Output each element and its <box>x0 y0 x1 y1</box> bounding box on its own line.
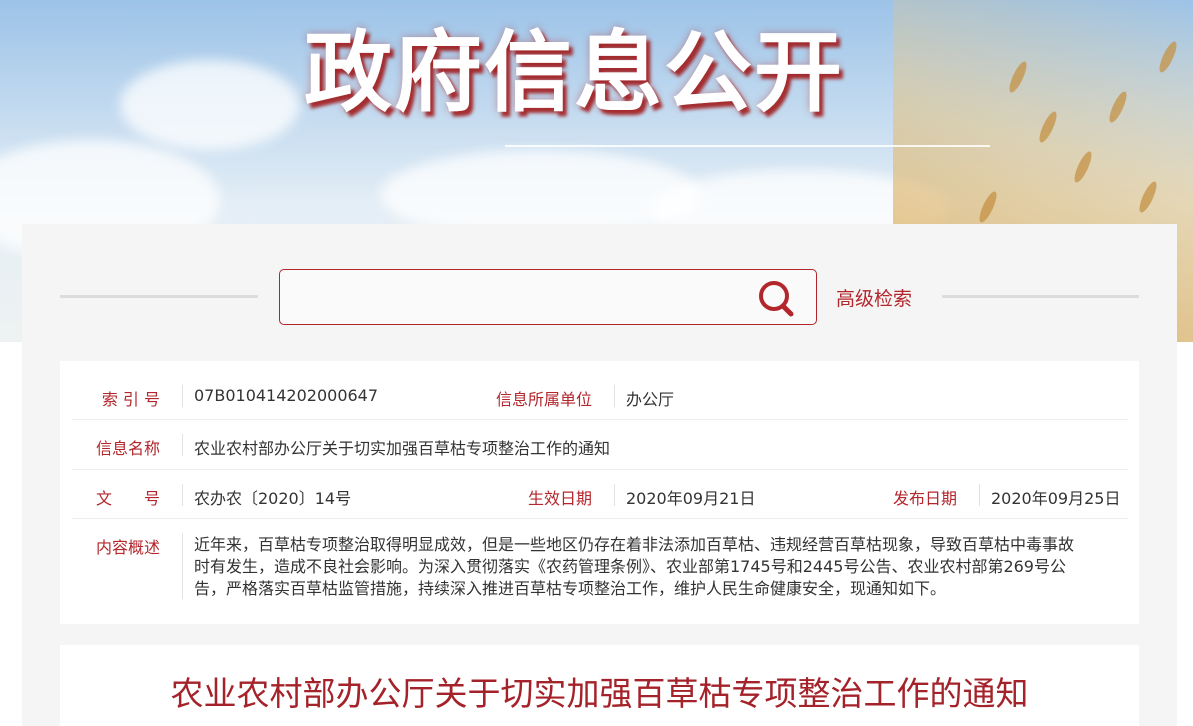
info-table: 索 引 号 07B010414202000647 信息所属单位 办公厅 信息名称… <box>60 361 1139 624</box>
effective-date-value: 2020年09月21日 <box>626 489 756 508</box>
search-box <box>279 269 817 325</box>
article-title: 农业农村部办公厅关于切实加强百草枯专项整治工作的通知 <box>170 674 1029 713</box>
name-label: 信息名称 <box>95 439 160 458</box>
column-divider <box>182 434 183 456</box>
summary-text: 近年来，百草枯专项整治取得明显成效，但是一些地区仍存在着非法添加百草枯、违规经营… <box>194 534 1134 600</box>
column-divider <box>182 385 183 407</box>
table-row: 信息名称 农业农村部办公厅关于切实加强百草枯专项整治工作的通知 <box>72 420 1128 470</box>
doc-number-value: 农办农〔2020〕14号 <box>194 489 352 508</box>
table-row: 文 号 农办农〔2020〕14号 生效日期 2020年09月21日 发布日期 2… <box>72 470 1128 519</box>
search-divider-right <box>942 295 1139 298</box>
cloud-decoration <box>120 60 300 150</box>
table-row: 索 引 号 07B010414202000647 信息所属单位 办公厅 <box>72 373 1128 420</box>
doc-number-label: 文 号 <box>95 489 160 508</box>
column-divider <box>182 484 183 506</box>
article-card: 农业农村部办公厅关于切实加强百草枯专项整治工作的通知 <box>60 645 1139 726</box>
advanced-search-link[interactable]: 高级检索 <box>836 284 912 311</box>
column-divider <box>182 533 183 599</box>
summary-line: 时有发生，造成不良社会影响。为深入贯彻落实《农药管理条例》、农业部第1745号和… <box>194 557 1066 576</box>
column-divider <box>979 484 980 506</box>
banner-title: 政府信息公开 <box>304 21 845 124</box>
search-divider-left <box>60 295 258 298</box>
search-input[interactable] <box>292 278 742 316</box>
summary-line: 近年来，百草枯专项整治取得明显成效，但是一些地区仍存在着非法添加百草枯、违规经营… <box>194 535 1075 554</box>
publish-date-label: 发布日期 <box>892 489 957 508</box>
column-divider <box>614 484 615 506</box>
unit-value: 办公厅 <box>626 390 675 409</box>
effective-date-label: 生效日期 <box>527 489 592 508</box>
publish-date-value: 2020年09月25日 <box>991 489 1121 508</box>
search-icon[interactable] <box>756 278 798 320</box>
index-label: 索 引 号 <box>101 390 160 409</box>
unit-label: 信息所属单位 <box>495 390 592 409</box>
table-row: 内容概述 近年来，百草枯专项整治取得明显成效，但是一些地区仍存在着非法添加百草枯… <box>72 519 1128 611</box>
name-value: 农业农村部办公厅关于切实加强百草枯专项整治工作的通知 <box>194 439 611 458</box>
banner-divider <box>505 145 990 147</box>
index-value: 07B010414202000647 <box>194 386 379 405</box>
column-divider <box>614 385 615 407</box>
summary-line: 告，严格落实百草枯监管措施，持续深入推进百草枯专项整治工作，维护人民生命健康安全… <box>194 579 947 598</box>
summary-label: 内容概述 <box>95 538 160 557</box>
